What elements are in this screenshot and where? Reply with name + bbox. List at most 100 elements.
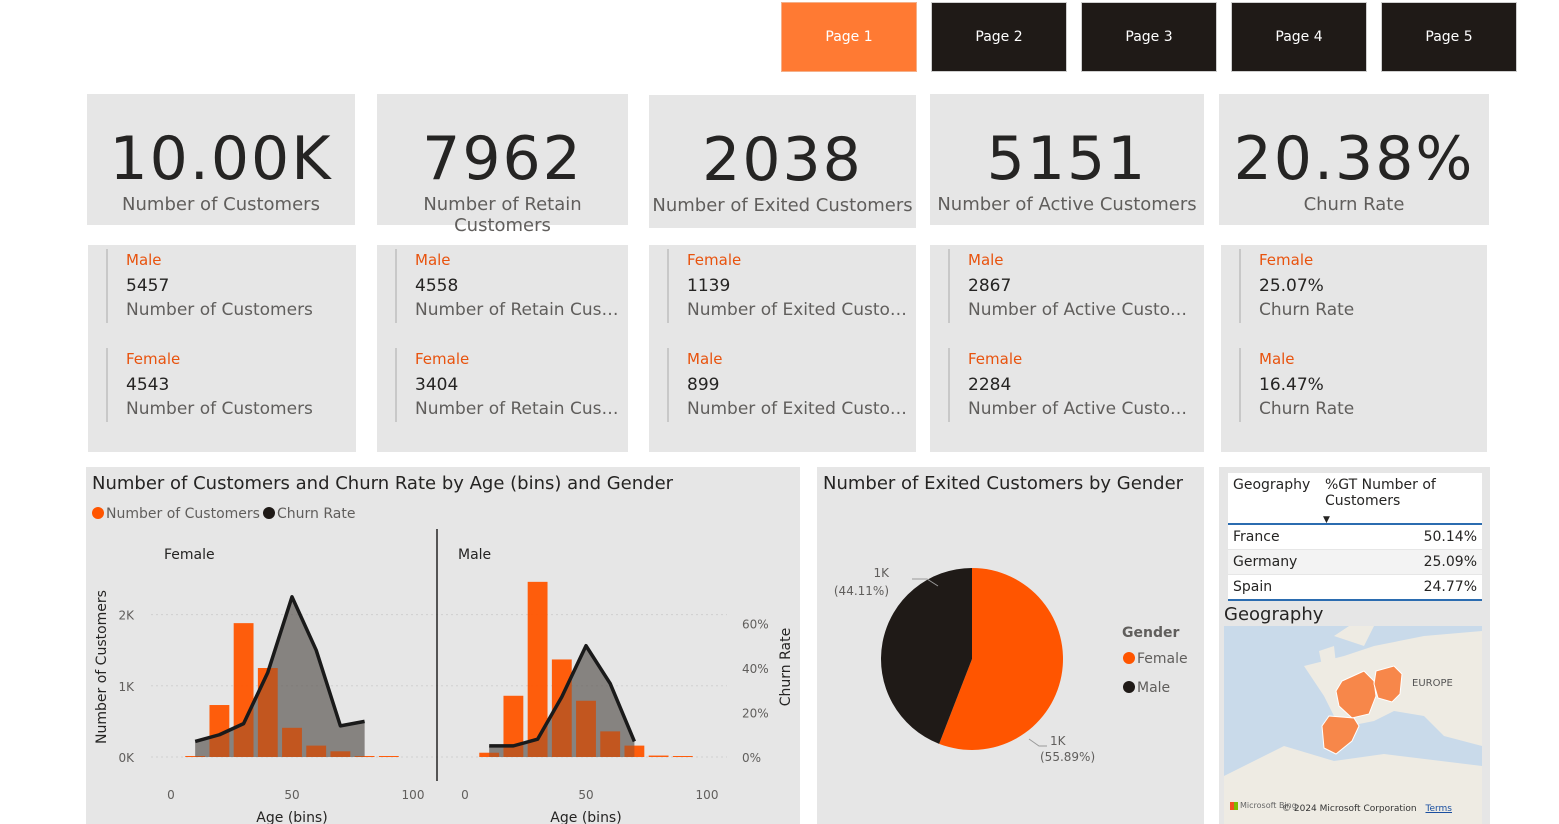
x-tick-label: 50 <box>284 788 299 802</box>
customer-bar[interactable] <box>648 755 669 757</box>
legend-churn-marker <box>263 507 275 519</box>
active-customers-kpi-card: 5151 Number of Active Customers <box>930 94 1204 225</box>
y-tick-label: 0K <box>118 751 135 765</box>
gender-category-label: Female <box>687 251 742 269</box>
geo-pct-cell: 24.77% <box>1423 579 1477 595</box>
y2-tick-label: 60% <box>742 618 769 632</box>
y-tick-label: 2K <box>118 609 135 623</box>
uk-land <box>1319 646 1336 666</box>
nav-page-1-button[interactable]: Page 1 <box>781 2 917 72</box>
pie-legend-marker <box>1123 681 1135 693</box>
nav-page-5-button[interactable]: Page 5 <box>1381 2 1517 72</box>
spain-region[interactable] <box>1321 715 1360 755</box>
total-customers-kpi-label: Number of Customers <box>122 194 320 215</box>
total-customers-kpi-value: 10.00K <box>109 124 333 194</box>
x-tick-label: 0 <box>167 788 175 802</box>
map-svg: EUROPE <box>1224 626 1482 824</box>
age-gender-combo-chart: Number of Customers Churn Rate 0K 1K 2K 0% 20%… <box>92 506 794 824</box>
x-tick-label: 0 <box>461 788 469 802</box>
gender-breakdown-row[interactable]: Male 16.47% Churn Rate <box>1239 348 1479 422</box>
gender-category-label: Male <box>415 251 451 269</box>
pie-data-label: 1K <box>1050 734 1067 748</box>
gender-measure-label: Churn Rate <box>1259 300 1355 320</box>
customer-bar[interactable] <box>672 756 693 757</box>
y-axis-title: Number of Customers <box>94 590 110 744</box>
legend-churn-label[interactable]: Churn Rate <box>277 506 355 522</box>
gender-breakdown-row[interactable]: Female 2284 Number of Active Customers <box>948 348 1196 422</box>
gender-breakdown-row[interactable]: Male 5457 Number of Customers <box>106 249 348 323</box>
x-tick-label: 100 <box>402 788 425 802</box>
geo-header-pct-label: %GT Number of Customers <box>1325 477 1436 509</box>
gender-measure-label: Number of Exited Customers <box>687 399 908 419</box>
gender-measure-label: Number of Customers <box>126 300 313 320</box>
gender-measure-label: Number of Retain Custom... <box>415 399 620 419</box>
nav-page-4-button[interactable]: Page 4 <box>1231 2 1367 72</box>
churn-rate-kpi-value: 20.38% <box>1233 124 1475 194</box>
total-customers-kpi-card: 10.00K Number of Customers <box>87 94 355 225</box>
pie-data-pct: (44.11%) <box>834 584 889 598</box>
geo-table-row[interactable]: France 50.14% <box>1228 525 1482 550</box>
geo-country-cell: Spain <box>1233 579 1273 595</box>
nav-page-3-button[interactable]: Page 3 <box>1081 2 1217 72</box>
customer-bar[interactable] <box>378 756 399 757</box>
gender-category-label: Male <box>1259 350 1295 368</box>
exited-customers-kpi-value: 2038 <box>702 125 863 195</box>
pie-legend-label[interactable]: Male <box>1137 680 1170 696</box>
gender-category-label: Female <box>126 350 181 368</box>
germany-region[interactable] <box>1373 665 1403 703</box>
retain-customers-kpi-value: 7962 <box>422 124 583 194</box>
gender-measure-label: Number of Retain Custom... <box>415 300 620 320</box>
pie-legend-label[interactable]: Female <box>1137 651 1188 667</box>
gender-category-label: Male <box>968 251 1004 269</box>
gender-breakdown-row[interactable]: Male 2867 Number of Active Customers <box>948 249 1196 323</box>
geo-country-cell: Germany <box>1233 554 1298 570</box>
gender-breakdown-row[interactable]: Male 4558 Number of Retain Custom... <box>395 249 620 323</box>
gender-category-label: Female <box>1259 251 1314 269</box>
geography-map[interactable]: EUROPE Microsoft Bing © 2024 Microsoft C… <box>1224 626 1482 824</box>
geo-table-row[interactable]: Spain 24.77% <box>1228 575 1482 601</box>
gender-category-label: Female <box>415 350 470 368</box>
gender-value: 16.47% <box>1259 375 1324 395</box>
geography-table: Geography %GT Number of Customers ▼ Fran… <box>1228 473 1482 601</box>
gender-breakdown-card: Female1139Number of Exited Customers Male… <box>649 245 916 452</box>
pie-leader-line <box>1028 738 1047 747</box>
pie-legend-marker <box>1123 652 1135 664</box>
gender-breakdown-card: Male 2867 Number of Active Customers Female… <box>930 245 1204 452</box>
geo-pct-cell: 50.14% <box>1423 529 1477 545</box>
gender-value: 25.07% <box>1259 276 1324 296</box>
microsoft-logo-icon <box>1230 801 1238 810</box>
geo-header-geography[interactable]: Geography <box>1228 473 1319 523</box>
retain-customers-kpi-card: 7962 Number of Retain Customers <box>377 94 628 236</box>
panel-title: Male <box>458 547 491 563</box>
legend-customers-marker <box>92 507 104 519</box>
x-axis-title: Age (bins) <box>256 810 327 824</box>
gender-category-label: Male <box>126 251 162 269</box>
gender-value: 2284 <box>968 375 1012 395</box>
sort-desc-icon[interactable]: ▼ <box>1323 515 1330 525</box>
nav-page-2-button[interactable]: Page 2 <box>931 2 1067 72</box>
gender-category-label: Male <box>687 350 723 368</box>
pie-data-label: 1K <box>873 566 890 580</box>
gender-measure-label: Number of Exited Customers <box>687 300 908 320</box>
x-axis-title: Age (bins) <box>550 810 621 824</box>
geo-header-pct[interactable]: %GT Number of Customers ▼ <box>1319 473 1482 525</box>
gender-breakdown-row[interactable]: Female 4543 Number of Customers <box>106 348 348 422</box>
combo-legend: Number of Customers Churn Rate <box>92 506 355 522</box>
y2-tick-label: 20% <box>742 707 769 721</box>
geo-country-cell: France <box>1233 529 1280 545</box>
gender-breakdown-row[interactable]: Female 25.07% Churn Rate <box>1239 249 1479 323</box>
gender-measure-label: Number of Active Customers <box>968 300 1196 320</box>
x-tick-label: 50 <box>578 788 593 802</box>
map-region-label: EUROPE <box>1412 678 1453 689</box>
y2-tick-label: 0% <box>742 751 761 765</box>
legend-customers-label[interactable]: Number of Customers <box>106 506 260 522</box>
map-terms-link[interactable]: Terms <box>1425 804 1452 814</box>
gender-breakdown-row[interactable]: Male 899 Number of Exited Customers <box>667 348 908 422</box>
gender-breakdown-row[interactable]: Female 1139 Number of Exited Customers <box>667 249 908 323</box>
gender-measure-label: Number of Customers <box>126 399 313 419</box>
churn-rate-kpi-label: Churn Rate <box>1303 194 1405 215</box>
gender-breakdown-row[interactable]: Female 3404 Number of Retain Custom... <box>395 348 620 422</box>
exited-by-gender-pie: 1K (55.89%) 1K (44.11%) Gender Female Male <box>834 566 1188 764</box>
gender-category-label: Female <box>968 350 1023 368</box>
geo-table-row[interactable]: Germany 25.09% <box>1228 550 1482 575</box>
